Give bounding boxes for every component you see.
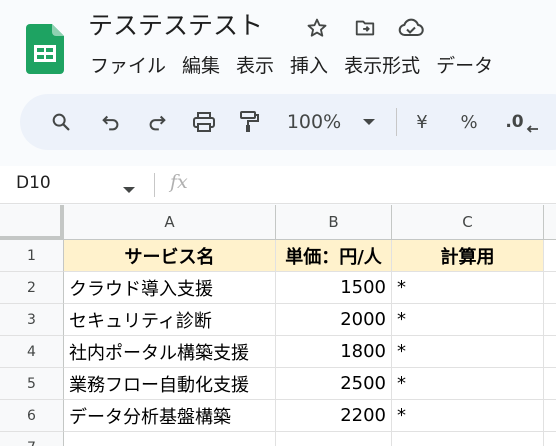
- cell-b3[interactable]: 2000: [276, 304, 392, 336]
- title-area: テステステスト ファイル 編集 表示 挿入 表示形式 データ: [0, 0, 556, 92]
- menu-view[interactable]: 表示: [228, 52, 282, 82]
- cell-d5[interactable]: [544, 368, 556, 400]
- menu-format[interactable]: 表示形式: [336, 52, 428, 82]
- cell-c3[interactable]: *: [392, 304, 544, 336]
- decrease-decimal-button[interactable]: .0: [502, 106, 542, 138]
- row-header-5[interactable]: 5: [0, 368, 64, 400]
- arrow-left-icon: [526, 125, 538, 133]
- cell-c2[interactable]: *: [392, 272, 544, 304]
- menu-edit[interactable]: 編集: [174, 52, 228, 82]
- undo-icon[interactable]: [98, 106, 124, 138]
- row-header-1[interactable]: 1: [0, 240, 64, 272]
- fx-icon: fx: [170, 171, 188, 193]
- cell-b7[interactable]: [276, 432, 392, 446]
- toolbar-divider: [396, 108, 397, 136]
- zoom-value: 100%: [286, 111, 342, 133]
- cell-a4[interactable]: 社内ポータル構築支援: [64, 336, 276, 368]
- search-icon[interactable]: [48, 106, 74, 138]
- cell-d7[interactable]: [544, 432, 556, 446]
- star-icon[interactable]: [304, 15, 330, 41]
- column-header-c[interactable]: C: [392, 205, 544, 240]
- move-to-folder-icon[interactable]: [352, 15, 378, 41]
- print-icon[interactable]: [190, 106, 218, 138]
- sheets-logo-icon[interactable]: [26, 24, 64, 74]
- row-header-2[interactable]: 2: [0, 272, 64, 304]
- formula-bar: D10 fx: [0, 166, 556, 204]
- cell-a6[interactable]: データ分析基盤構築: [64, 400, 276, 432]
- cell-a5[interactable]: 業務フロー自動化支援: [64, 368, 276, 400]
- cell-a1[interactable]: サービス名: [64, 240, 276, 272]
- namebox[interactable]: D10: [16, 173, 51, 193]
- cell-b6[interactable]: 2200: [276, 400, 392, 432]
- cell-a3[interactable]: セキュリティ診断: [64, 304, 276, 336]
- currency-format-button[interactable]: ¥: [412, 106, 432, 138]
- column-header-a[interactable]: A: [64, 205, 276, 240]
- zoom-select[interactable]: 100%: [284, 106, 344, 138]
- document-title[interactable]: テステステスト: [88, 10, 263, 42]
- cell-b5[interactable]: 2500: [276, 368, 392, 400]
- cell-a2[interactable]: クラウド導入支援: [64, 272, 276, 304]
- cell-d2[interactable]: [544, 272, 556, 304]
- row-header-3[interactable]: 3: [0, 304, 64, 336]
- cell-c6[interactable]: *: [392, 400, 544, 432]
- cell-d1[interactable]: [544, 240, 556, 272]
- cell-a7[interactable]: [64, 432, 276, 446]
- row-header-7[interactable]: 7: [0, 432, 64, 446]
- cell-c7[interactable]: [392, 432, 544, 446]
- row-header-4[interactable]: 4: [0, 336, 64, 368]
- cell-c4[interactable]: *: [392, 336, 544, 368]
- menu-insert[interactable]: 挿入: [282, 52, 336, 82]
- cell-c1[interactable]: 計算用: [392, 240, 544, 272]
- toolbar: 100% ¥ % .0: [20, 94, 556, 150]
- menu-bar: ファイル 編集 表示 挿入 表示形式 データ: [82, 52, 501, 82]
- menu-file[interactable]: ファイル: [82, 52, 174, 82]
- cell-c5[interactable]: *: [392, 368, 544, 400]
- paint-format-icon[interactable]: [236, 106, 262, 138]
- row-header-6[interactable]: 6: [0, 400, 64, 432]
- cloud-saved-icon[interactable]: [398, 15, 424, 41]
- zoom-dropdown-icon[interactable]: [358, 106, 380, 138]
- menu-data[interactable]: データ: [428, 52, 501, 82]
- formula-bar-divider: [154, 173, 155, 197]
- cell-d3[interactable]: [544, 304, 556, 336]
- cell-b4[interactable]: 1800: [276, 336, 392, 368]
- percent-format-button[interactable]: %: [458, 106, 480, 138]
- cell-b2[interactable]: 1500: [276, 272, 392, 304]
- spreadsheet-grid[interactable]: A B C 1 2 3 4 5 6 7 サービス名 単価：円/人 計算用 クラウ…: [0, 205, 556, 446]
- cell-d4[interactable]: [544, 336, 556, 368]
- redo-icon[interactable]: [144, 106, 170, 138]
- cell-d6[interactable]: [544, 400, 556, 432]
- namebox-dropdown-icon[interactable]: [122, 179, 136, 198]
- select-all-corner[interactable]: [0, 205, 64, 240]
- column-header-d[interactable]: [544, 205, 556, 240]
- column-header-b[interactable]: B: [276, 205, 392, 240]
- cell-b1[interactable]: 単価：円/人: [276, 240, 392, 272]
